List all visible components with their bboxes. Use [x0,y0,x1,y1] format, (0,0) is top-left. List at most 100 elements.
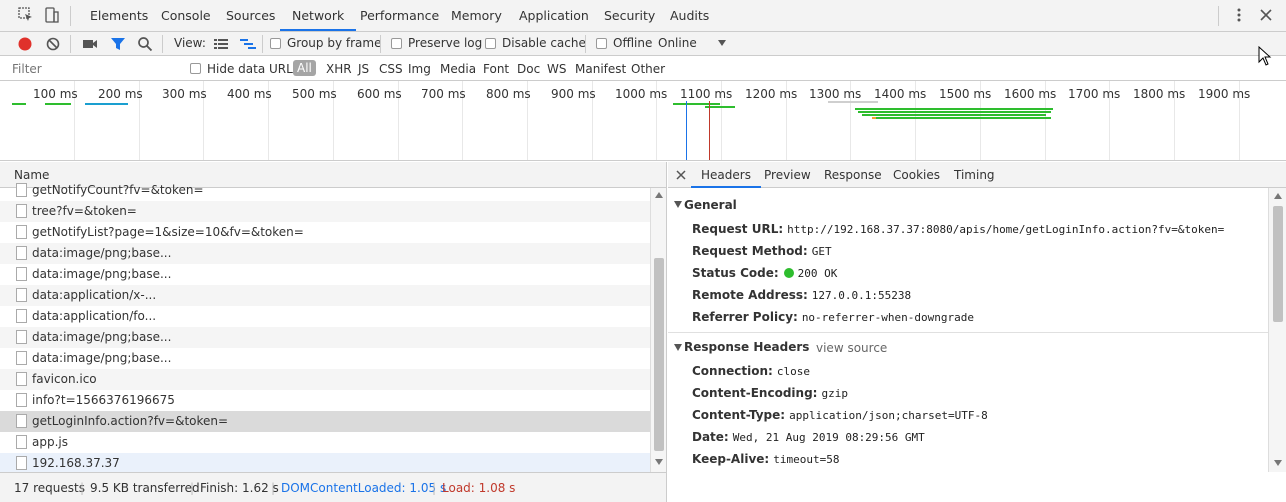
timeline-tick-label: 1700 ms [1068,87,1121,101]
view-source-link[interactable]: view source [816,341,887,355]
request-row[interactable]: tree?fv=&token= [0,201,650,222]
scroll-down-icon[interactable] [1274,460,1282,466]
request-row[interactable]: data:image/png;base... [0,264,650,285]
timeline-tick-label: 1000 ms [615,87,668,101]
scroll-down-icon[interactable] [655,459,663,465]
request-name: info?t=1566376196675 [32,393,175,407]
details-tab-response[interactable]: Response [814,162,892,188]
type-filter-img[interactable]: Img [408,62,431,76]
large-rows-icon[interactable] [213,37,229,51]
filter-input[interactable] [10,59,175,79]
request-name: 192.168.37.37 [32,456,120,470]
devtools-tabbar: Elements Console Sources Network Performance… [0,0,1286,32]
type-filter-other[interactable]: Other [631,62,665,76]
request-row[interactable]: 192.168.37.37 [0,453,650,472]
throttling-select[interactable]: Online [656,32,736,56]
request-row[interactable]: data:application/x-... [0,285,650,306]
tab-network[interactable]: Network [280,0,357,31]
details-tab-preview[interactable]: Preview [754,162,821,188]
tab-memory[interactable]: Memory [439,0,514,31]
timeline-bar [862,114,1046,116]
header-key: Status Code: [692,266,779,280]
details-scrollbar[interactable] [1268,188,1286,472]
scroll-up-icon[interactable] [1274,193,1282,199]
type-filter-all[interactable]: All [293,60,316,76]
request-row[interactable]: data:application/fo... [0,306,650,327]
request-name: data:image/png;base... [32,330,172,344]
collapse-triangle-icon[interactable] [674,344,682,351]
type-filter-ws[interactable]: WS [547,62,566,76]
timeline-tick-label: 500 ms [292,87,337,101]
hide-data-urls-checkbox[interactable] [190,63,201,74]
request-name: getNotifyCount?fv=&token= [32,183,204,197]
request-row[interactable]: data:image/png;base... [0,243,650,264]
waterfall-icon[interactable] [239,37,257,51]
scrollbar-thumb[interactable] [654,258,664,451]
timeline-tick-label: 700 ms [421,87,466,101]
scroll-up-icon[interactable] [655,192,663,198]
request-row[interactable]: data:image/png;base... [0,348,650,369]
collapse-triangle-icon[interactable] [674,201,682,208]
timeline-tick-label: 200 ms [98,87,143,101]
tab-elements[interactable]: Elements [78,0,160,31]
request-row[interactable]: getLoginInfo.action?fv=&token= [0,411,650,432]
divider [70,6,71,26]
request-row[interactable]: data:image/png;base... [0,327,650,348]
general-section-title[interactable]: General [684,198,737,212]
details-tab-timing[interactable]: Timing [944,162,1005,188]
request-details: Headers Preview Response Cookies Timing Gene… [668,162,1286,472]
header-key: Date: [692,430,729,444]
close-icon[interactable] [1258,7,1274,23]
header-row: Status Code: 200 OK [692,266,837,280]
timeline-tick-label: 1600 ms [1004,87,1057,101]
header-value: GET [811,245,832,258]
divider [668,332,1268,333]
file-icon [16,309,27,323]
divider [262,35,263,53]
tab-console[interactable]: Console [149,0,223,31]
type-filter-xhr[interactable]: XHR [326,62,352,76]
type-filter-js[interactable]: JS [358,62,369,76]
timeline-tick-label: 1300 ms [809,87,862,101]
details-tab-cookies[interactable]: Cookies [883,162,950,188]
clear-icon[interactable] [45,36,61,52]
divider [1218,6,1219,26]
filter-icon[interactable] [110,36,126,52]
type-filter-css[interactable]: CSS [379,62,403,76]
type-filter-font[interactable]: Font [483,62,509,76]
device-toolbar-icon[interactable] [44,7,60,23]
more-options-icon[interactable] [1231,7,1247,23]
header-value: http://192.168.37.37:8080/apis/home/getL… [787,223,1225,236]
scrollbar-thumb[interactable] [1273,206,1283,322]
type-filter-doc[interactable]: Doc [517,62,540,76]
request-row[interactable]: app.js [0,432,650,453]
disable-cache-checkbox[interactable] [485,38,496,49]
preserve-log-checkbox[interactable] [391,38,402,49]
search-icon[interactable] [137,36,153,52]
file-icon [16,246,27,260]
tab-audits[interactable]: Audits [658,0,721,31]
tab-security[interactable]: Security [592,0,667,31]
tab-sources[interactable]: Sources [214,0,287,31]
offline-label: Offline [613,36,653,50]
transferred-size: 9.5 KB transferred [90,481,200,495]
request-row[interactable]: favicon.ico [0,369,650,390]
tab-application[interactable]: Application [507,0,601,31]
header-value: timeout=58 [773,453,840,466]
close-details-icon[interactable] [676,170,686,180]
tab-performance[interactable]: Performance [348,0,451,31]
type-filter-media[interactable]: Media [440,62,476,76]
request-list-scrollbar[interactable] [650,188,666,472]
record-icon[interactable] [17,36,33,52]
details-tab-headers[interactable]: Headers [691,162,761,188]
inspect-element-icon[interactable] [18,7,34,23]
group-by-frame-checkbox[interactable] [270,38,281,49]
request-row[interactable]: info?t=1566376196675 [0,390,650,411]
request-row[interactable]: getNotifyList?page=1&size=10&fv=&token= [0,222,650,243]
response-headers-title[interactable]: Response Headers [684,340,809,354]
type-filter-manifest[interactable]: Manifest [575,62,626,76]
timeline-overview[interactable]: 100 ms 200 ms 300 ms 400 ms 500 ms 600 ms 700 … [0,81,1286,161]
request-row[interactable]: getNotifyCount?fv=&token= [0,180,650,201]
offline-checkbox[interactable] [596,38,607,49]
screenshot-camera-icon[interactable] [82,37,98,51]
